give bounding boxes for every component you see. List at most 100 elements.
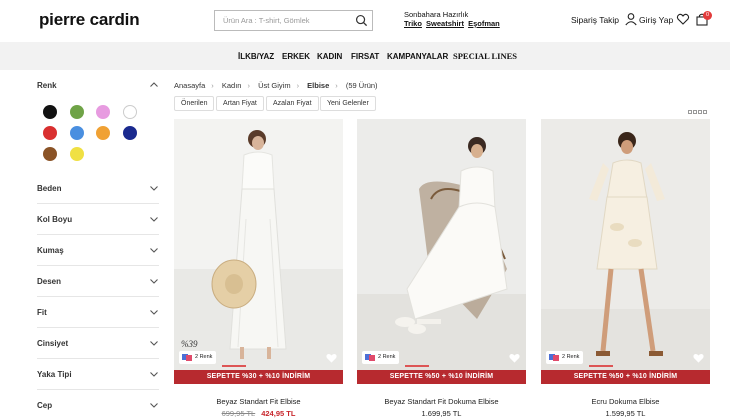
login-link[interactable]: Giriş Yap (639, 15, 673, 25)
image-slider-indicator (405, 365, 429, 367)
chevron-down-icon[interactable] (149, 276, 159, 286)
product-card[interactable]: %39 2 Renk SEPETTE %30 + %10 İNDİRİM Bey… (174, 119, 343, 420)
product-image[interactable]: 2 Renk (541, 119, 710, 370)
color-swatch-navy[interactable] (123, 126, 137, 140)
product-price: 699,95 TL 424,95 TL (174, 409, 343, 418)
filter-renk[interactable]: Renk (37, 70, 159, 101)
product-price: 1.599,95 TL (541, 409, 710, 418)
filter-label: Fit (37, 308, 47, 317)
search-icon[interactable] (355, 14, 368, 27)
favorite-heart-icon[interactable] (693, 353, 704, 363)
filter-kol-boyu[interactable]: Kol Boyu (37, 204, 159, 235)
promo-link-triko[interactable]: Triko (404, 19, 422, 28)
product-name[interactable]: Beyaz Standart Fit Dokuma Elbise (357, 397, 526, 406)
sort-price-desc-button[interactable]: Azalan Fiyat (266, 96, 319, 111)
breadcrumb: Anasayfa › Kadın › Üst Giyim › Elbise › (59 … (174, 81, 378, 90)
color-swatch-brown[interactable] (43, 147, 57, 161)
user-icon[interactable] (624, 12, 638, 26)
filter-yaka-tipi[interactable]: Yaka Tipi (37, 359, 159, 390)
image-slider-indicator (589, 365, 613, 367)
main-nav: İLKB/YAZ ERKEK KADIN FIRSAT KAMPANYALAR … (0, 42, 730, 70)
promo-link-esofman[interactable]: Eşofman (468, 19, 500, 28)
filter-label: Beden (37, 184, 62, 193)
color-count-badge[interactable]: 2 Renk (362, 351, 400, 364)
product-name[interactable]: Beyaz Standart Fit Elbise (174, 397, 343, 406)
cart-count-badge: 0 (703, 11, 712, 20)
nav-item-erkek[interactable]: ERKEK (282, 52, 310, 61)
nav-item-kadin[interactable]: KADIN (317, 52, 342, 61)
brand-logo[interactable]: pierre cardin (39, 10, 140, 30)
campaign-banner: SEPETTE %50 + %10 İNDİRİM (541, 370, 710, 384)
filter-kumas[interactable]: Kumaş (37, 235, 159, 266)
chevron-up-icon[interactable] (149, 80, 159, 90)
promo-link-sweatshirt[interactable]: Sweatshirt (426, 19, 464, 28)
color-count-badge[interactable]: 2 Renk (179, 351, 217, 364)
campaign-banner: SEPETTE %30 + %10 İNDİRİM (174, 370, 343, 384)
breadcrumb-current: Elbise (307, 81, 330, 90)
color-swatch-black[interactable] (43, 105, 57, 119)
order-track-link[interactable]: Sipariş Takip (571, 15, 619, 25)
product-card[interactable]: 2 Renk SEPETTE %50 + %10 İNDİRİM Ecru Do… (541, 119, 710, 420)
favorite-heart-icon[interactable] (326, 353, 337, 363)
color-dots-icon (365, 354, 375, 361)
image-slider-indicator (222, 365, 246, 367)
product-photo-illustration (357, 119, 526, 370)
sort-price-asc-button[interactable]: Artan Fiyat (216, 96, 264, 111)
site-header: pierre cardin Ürün Ara : T-shirt, Gömlek… (0, 0, 730, 42)
color-swatch-green[interactable] (70, 105, 84, 119)
color-count-label: 2 Renk (378, 354, 396, 360)
color-swatch-blue[interactable] (70, 126, 84, 140)
filter-label: Yaka Tipi (37, 370, 72, 379)
color-swatch-white[interactable] (123, 105, 137, 119)
chevron-down-icon[interactable] (149, 338, 159, 348)
product-photo-illustration (541, 119, 710, 370)
search-input[interactable]: Ürün Ara : T-shirt, Gömlek (214, 10, 373, 31)
chevron-down-icon[interactable] (149, 307, 159, 317)
color-swatch-yellow[interactable] (70, 147, 84, 161)
nav-item-special-lines[interactable]: SPECIAL LINES (453, 51, 517, 61)
filter-label: Cinsiyet (37, 339, 69, 348)
chevron-down-icon[interactable] (149, 183, 159, 193)
filter-label: Desen (37, 277, 62, 286)
result-count: (59 Ürün) (345, 81, 378, 90)
nav-item-kampanyalar[interactable]: KAMPANYALAR (387, 52, 448, 61)
favorite-heart-icon[interactable] (509, 353, 520, 363)
promo-title: Sonbahara Hazırlık (404, 10, 469, 19)
discount-tag: %39 (181, 339, 198, 349)
old-price: 699,95 TL (221, 409, 256, 418)
product-image[interactable]: %39 2 Renk (174, 119, 343, 370)
color-count-label: 2 Renk (562, 354, 580, 360)
product-name[interactable]: Ecru Dokuma Elbise (541, 397, 710, 406)
color-dots-icon (549, 354, 559, 361)
chevron-down-icon[interactable] (149, 245, 159, 255)
breadcrumb-item[interactable]: Üst Giyim (258, 81, 291, 90)
breadcrumb-item[interactable]: Kadın (222, 81, 242, 90)
breadcrumb-item[interactable]: Anasayfa (174, 81, 205, 90)
color-swatch-red[interactable] (43, 126, 57, 140)
chevron-down-icon[interactable] (149, 400, 159, 410)
filter-beden[interactable]: Beden (37, 173, 159, 204)
sort-newest-button[interactable]: Yeni Gelenler (320, 96, 376, 111)
filter-cinsiyet[interactable]: Cinsiyet (37, 328, 159, 359)
product-price: 1.699,95 TL (357, 409, 526, 418)
chevron-down-icon[interactable] (149, 369, 159, 379)
heart-icon[interactable] (676, 12, 690, 26)
filter-fit[interactable]: Fit (37, 297, 159, 328)
campaign-banner: SEPETTE %50 + %10 İNDİRİM (357, 370, 526, 384)
filter-label: Kumaş (37, 246, 64, 255)
color-dots-icon (182, 354, 192, 361)
filter-cep[interactable]: Cep (37, 390, 159, 420)
chevron-down-icon[interactable] (149, 214, 159, 224)
color-swatch-pink[interactable] (96, 105, 110, 119)
color-count-badge[interactable]: 2 Renk (546, 351, 584, 364)
product-image[interactable]: 2 Renk (357, 119, 526, 370)
sale-price: 424,95 TL (261, 409, 296, 418)
product-card[interactable]: 2 Renk SEPETTE %50 + %10 İNDİRİM Beyaz S… (357, 119, 526, 420)
grid-view-toggle[interactable] (688, 101, 709, 114)
search-placeholder: Ürün Ara : T-shirt, Gömlek (223, 16, 310, 25)
color-swatch-orange[interactable] (96, 126, 110, 140)
nav-item-ilkbahar[interactable]: İLKB/YAZ (238, 52, 274, 61)
nav-item-firsat[interactable]: FIRSAT (351, 52, 379, 61)
filter-desen[interactable]: Desen (37, 266, 159, 297)
sort-recommended-button[interactable]: Önerilen (174, 96, 215, 111)
